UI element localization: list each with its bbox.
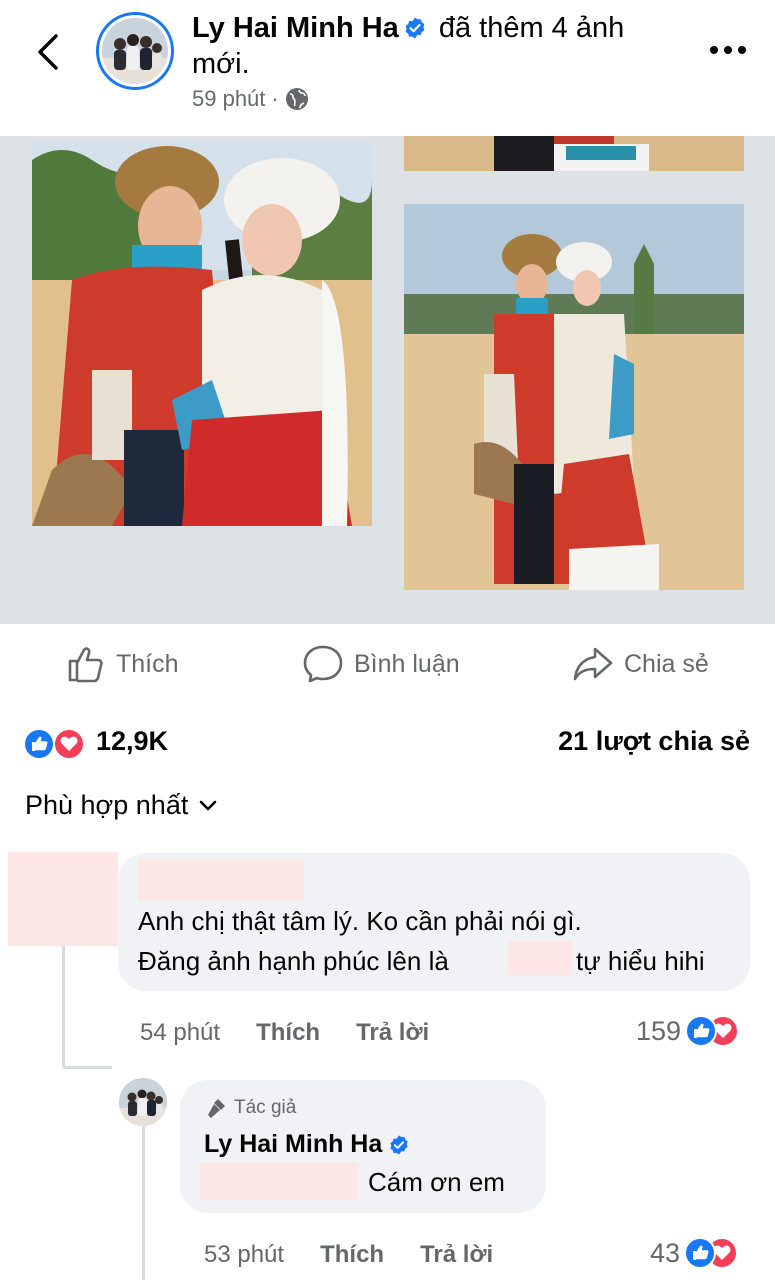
comment-like-button[interactable]: Thích: [256, 1019, 320, 1047]
mention-redacted[interactable]: [508, 941, 572, 975]
photo-1[interactable]: [32, 140, 372, 526]
post-title: Ly Hai Minh Ha đã thêm 4 ảnh mới.: [192, 10, 672, 82]
reply-meta: 53 phút Thích Trả lời: [204, 1241, 493, 1269]
reply-name-text: Ly Hai Minh Ha: [204, 1130, 383, 1158]
thumbs-up-icon: [68, 647, 103, 683]
comment-meta: 54 phút Thích Trả lời: [140, 1019, 429, 1047]
comment-reactions[interactable]: 159: [636, 1014, 741, 1048]
meta-separator: ·: [271, 86, 279, 111]
comment-sort-dropdown[interactable]: Phù hợp nhất: [25, 790, 218, 821]
comment-reply-button[interactable]: Trả lời: [356, 1019, 429, 1047]
photo-2[interactable]: [404, 136, 744, 171]
reply-reactions[interactable]: 43: [650, 1236, 740, 1270]
author-tag-label: Tác giả: [234, 1097, 297, 1118]
post-action-bar: Thích Bình luận Chia sẻ: [0, 624, 775, 704]
reply-bubble[interactable]: Tác giả Ly Hai Minh Ha Cám ơn em: [180, 1080, 546, 1213]
comment-bubble-icon: [303, 645, 343, 683]
photo-3[interactable]: [404, 204, 744, 590]
comment-text-line1: Anh chị thật tâm lý. Ko cần phải nói gì.: [138, 906, 582, 936]
reaction-summary: 12,9K 21 lượt chia sẻ: [0, 720, 775, 766]
comment-label: Bình luận: [354, 649, 460, 678]
comment-time: 54 phút: [140, 1019, 221, 1046]
page-avatar[interactable]: [96, 12, 174, 90]
comment-button[interactable]: Bình luận: [302, 642, 460, 686]
back-button[interactable]: [30, 28, 70, 76]
more-horizontal-icon: [710, 46, 746, 54]
share-count[interactable]: 21 lượt chia sẻ: [558, 726, 750, 757]
reply-avatar[interactable]: [119, 1078, 167, 1126]
commenter-name-redacted[interactable]: [138, 859, 304, 901]
thread-line-2: [142, 1126, 145, 1280]
reply-time: 53 phút: [204, 1241, 285, 1268]
comment-text-line2b: tự hiểu hihi: [576, 946, 705, 976]
microphone-icon: [208, 1099, 225, 1118]
reply-reply-button[interactable]: Trả lời: [420, 1241, 493, 1269]
globe-icon: [285, 88, 308, 110]
post-time[interactable]: 59 phút: [192, 86, 265, 112]
reply-mention-redacted[interactable]: [200, 1162, 358, 1200]
reply-author-name[interactable]: Ly Hai Minh Ha: [204, 1130, 410, 1159]
photo-grid: [0, 136, 775, 624]
share-arrow-icon: [573, 647, 613, 681]
chevron-down-icon: [200, 800, 217, 810]
comment-reaction-count: 159: [636, 1015, 682, 1046]
like-love-reaction-icon: [684, 1237, 739, 1269]
thread-line: [62, 946, 65, 1066]
reply-like-button[interactable]: Thích: [320, 1241, 384, 1269]
post-meta: 59 phút ·: [192, 86, 309, 112]
comment-text-line2a: Đăng ảnh hạnh phúc lên là: [138, 946, 449, 976]
comment-bubble[interactable]: Anh chị thật tâm lý. Ko cần phải nói gì.…: [118, 853, 750, 991]
reply-reaction-count: 43: [650, 1237, 681, 1268]
commenter-avatar-redacted[interactable]: [8, 852, 118, 946]
chevron-left-icon: [38, 34, 58, 70]
reaction-icons[interactable]: [22, 728, 92, 760]
post-header: Ly Hai Minh Ha đã thêm 4 ảnh mới. 59 phú…: [0, 0, 775, 136]
like-button[interactable]: Thích: [66, 642, 179, 686]
like-love-reaction-icon: [685, 1015, 740, 1047]
verified-badge-icon: [403, 13, 427, 39]
more-options-button[interactable]: [706, 30, 750, 70]
reply-text: Cám ơn em: [368, 1167, 505, 1197]
share-button[interactable]: Chia sẻ: [572, 642, 709, 686]
verified-badge-icon: [390, 1134, 408, 1155]
thread-connector: [62, 1066, 112, 1069]
reaction-count[interactable]: 12,9K: [96, 726, 168, 757]
share-label: Chia sẻ: [624, 649, 709, 678]
author-tag: Tác giả: [204, 1096, 296, 1120]
page-name[interactable]: Ly Hai Minh Ha: [192, 12, 399, 44]
sort-label: Phù hợp nhất: [25, 790, 189, 820]
like-label: Thích: [116, 649, 179, 678]
